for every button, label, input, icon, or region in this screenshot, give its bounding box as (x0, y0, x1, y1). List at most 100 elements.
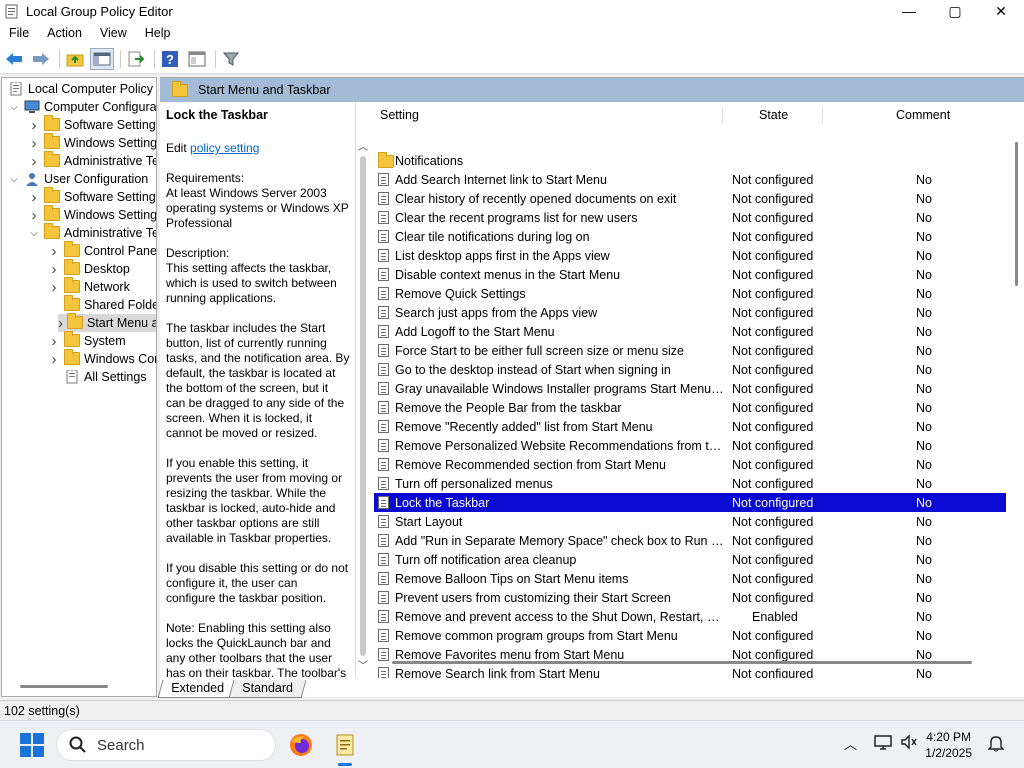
column-divider[interactable] (722, 106, 723, 124)
filter-button[interactable] (219, 48, 243, 70)
tree-node[interactable]: ⌵ Computer Configura (8, 98, 156, 116)
tree-node[interactable]: ⌵ User Configuration (8, 170, 148, 188)
setting-row[interactable]: Remove common program groups from Start … (374, 626, 1006, 645)
tree-horizontal-scroll-thumb[interactable] (20, 685, 108, 688)
setting-row[interactable]: Force Start to be either full screen siz… (374, 341, 1006, 360)
minimize-button[interactable]: — (886, 0, 932, 22)
column-header-state[interactable]: State (759, 108, 788, 122)
show-hide-tree-button[interactable] (90, 47, 114, 70)
collapsed-chevron-icon[interactable]: › (28, 189, 40, 206)
menu-view[interactable]: View (91, 26, 136, 40)
menu-action[interactable]: Action (38, 26, 91, 40)
network-icon[interactable] (874, 734, 892, 750)
tree-node[interactable]: All Settings (48, 368, 147, 386)
setting-comment: No (916, 362, 932, 377)
help-button[interactable]: ? (158, 48, 182, 70)
folder-icon (44, 133, 60, 150)
list-folder-row[interactable]: Notifications (374, 151, 1006, 170)
setting-row[interactable]: Remove the People Bar from the taskbar No… (374, 398, 1006, 417)
start-button[interactable] (20, 733, 44, 757)
menu-file[interactable]: File (0, 26, 38, 40)
setting-row[interactable]: Disable context menus in the Start Menu N… (374, 265, 1006, 284)
tree-node[interactable]: › Software Settings (28, 187, 156, 206)
tree-node[interactable]: › Network (48, 277, 130, 296)
tree-node[interactable]: › Control Panel (48, 241, 156, 260)
setting-row[interactable]: Clear history of recently opened documen… (374, 189, 1006, 208)
tree-node[interactable]: Local Computer Policy (8, 80, 153, 98)
setting-row[interactable]: Remove "Recently added" list from Start … (374, 417, 1006, 436)
setting-row[interactable]: Add Search Internet link to Start Menu No… (374, 170, 1006, 189)
tree-node[interactable]: › Start Menu ar (58, 313, 156, 332)
collapsed-chevron-icon[interactable]: › (48, 243, 60, 260)
setting-row[interactable]: Go to the desktop instead of Start when … (374, 360, 1006, 379)
setting-row[interactable]: Start Layout Not configured No (374, 512, 1006, 531)
setting-row[interactable]: Remove Search link from Start Menu Not co… (374, 664, 1006, 678)
list-horizontal-scroll-thumb[interactable] (392, 661, 972, 664)
export-list-button[interactable] (124, 48, 148, 70)
tree-node[interactable]: › Windows Setting (28, 205, 156, 224)
forward-button[interactable] (29, 48, 53, 70)
scroll-down-icon[interactable]: ﹀ (358, 657, 368, 672)
setting-row[interactable]: Turn off personalized menus Not configure… (374, 474, 1006, 493)
tree-node[interactable]: › Windows Setting (28, 133, 156, 152)
setting-row[interactable]: Remove Recommended section from Start Me… (374, 455, 1006, 474)
edit-policy-setting-link[interactable]: policy setting (190, 141, 259, 155)
list-vertical-scroll-thumb[interactable] (1015, 142, 1018, 286)
setting-row[interactable]: Remove and prevent access to the Shut Do… (374, 607, 1006, 626)
setting-row[interactable]: Add "Run in Separate Memory Space" check… (374, 531, 1006, 550)
tree-node[interactable]: Shared Folder (48, 295, 156, 314)
tab-extended[interactable]: Extended (157, 680, 238, 698)
tree-node[interactable]: › Windows Cor (48, 349, 156, 368)
up-one-level-button[interactable] (63, 48, 87, 70)
properties-button[interactable] (185, 48, 209, 70)
firefox-taskbar-button[interactable] (287, 731, 315, 759)
setting-row[interactable]: Gray unavailable Windows Installer progr… (374, 379, 1006, 398)
close-button[interactable]: ✕ (978, 0, 1024, 22)
tree-node[interactable]: ⌵ Administrative Te (28, 223, 156, 242)
system-clock[interactable]: 4:20 PM 1/2/2025 (925, 729, 972, 761)
collapsed-chevron-icon[interactable]: › (48, 333, 60, 350)
tab-standard-label: Standard (242, 681, 293, 695)
show-hidden-icons-chevron-icon[interactable]: ︿ (844, 734, 857, 753)
setting-row[interactable]: Remove Balloon Tips on Start Menu items N… (374, 569, 1006, 588)
collapsed-chevron-icon[interactable]: › (28, 135, 40, 152)
setting-row[interactable]: Add Logoff to the Start Menu Not configur… (374, 322, 1006, 341)
setting-row[interactable]: Clear the recent programs list for new u… (374, 208, 1006, 227)
notification-bell-icon[interactable] (988, 734, 1004, 752)
taskbar-search-box[interactable]: Search (56, 729, 276, 761)
collapsed-chevron-icon[interactable]: › (58, 315, 63, 332)
scroll-up-icon[interactable]: ︿ (358, 138, 368, 153)
column-header-setting[interactable]: Setting (380, 108, 419, 122)
collapsed-chevron-icon[interactable]: › (48, 261, 60, 278)
setting-row[interactable]: Clear tile notifications during log on No… (374, 227, 1006, 246)
setting-row[interactable]: Search just apps from the Apps view Not c… (374, 303, 1006, 322)
tree-node[interactable]: › Software Settings (28, 115, 156, 134)
description-scroll-thumb[interactable] (360, 156, 366, 656)
maximize-button[interactable]: ▢ (932, 0, 978, 22)
setting-row[interactable]: Prevent users from customizing their Sta… (374, 588, 1006, 607)
description-scrollbar[interactable]: ︿ ﹀ (356, 136, 372, 676)
setting-row[interactable]: List desktop apps first in the Apps view… (374, 246, 1006, 265)
collapsed-chevron-icon[interactable]: › (48, 351, 60, 368)
menu-help[interactable]: Help (136, 26, 180, 40)
back-button[interactable] (2, 48, 26, 70)
column-divider[interactable] (822, 106, 823, 124)
group-policy-taskbar-button[interactable] (331, 731, 359, 766)
collapsed-chevron-icon[interactable]: › (28, 207, 40, 224)
setting-row[interactable]: Remove Personalized Website Recommendati… (374, 436, 1006, 455)
expanded-chevron-icon[interactable]: ⌵ (8, 173, 20, 185)
tab-standard[interactable]: Standard (228, 680, 306, 698)
setting-row[interactable]: Turn off notification area cleanup Not co… (374, 550, 1006, 569)
collapsed-chevron-icon[interactable]: › (28, 153, 40, 170)
collapsed-chevron-icon[interactable]: › (28, 117, 40, 134)
tree-node[interactable]: › Administrative Te (28, 151, 156, 170)
setting-row[interactable]: Remove Quick Settings Not configured No (374, 284, 1006, 303)
volume-icon[interactable] (900, 734, 918, 750)
expanded-chevron-icon[interactable]: ⌵ (28, 227, 40, 239)
tree-node[interactable]: › System (48, 331, 126, 350)
collapsed-chevron-icon[interactable]: › (48, 279, 60, 296)
column-header-comment[interactable]: Comment (896, 108, 950, 122)
setting-row[interactable]: Lock the Taskbar Not configured No (374, 493, 1006, 512)
tree-node[interactable]: › Desktop (48, 259, 130, 278)
expanded-chevron-icon[interactable]: ⌵ (8, 101, 20, 113)
